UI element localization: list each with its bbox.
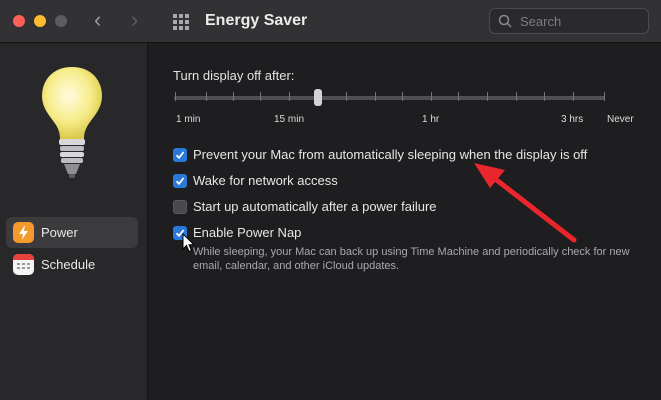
slider-tick [573, 92, 574, 101]
slider-tick [458, 92, 459, 101]
prevent-sleep-label[interactable]: Prevent your Mac from automatically slee… [193, 147, 587, 162]
wake-network-checkbox[interactable] [173, 174, 187, 188]
show-all-grid-icon[interactable] [172, 13, 190, 31]
checkmark-icon [175, 177, 185, 186]
power-bolt-icon [13, 222, 34, 243]
forward-chevron-icon[interactable]: › [131, 9, 138, 31]
mouse-pointer-icon [182, 233, 196, 253]
sidebar-item-power[interactable]: Power [6, 217, 138, 248]
slider-label-15-min: 15 min [274, 114, 305, 125]
back-chevron-icon[interactable]: ‹ [94, 9, 101, 31]
sidebar-item-schedule[interactable]: Schedule [6, 249, 138, 280]
close-window-button[interactable] [13, 15, 25, 27]
wake-network-label[interactable]: Wake for network access [193, 173, 338, 188]
search-icon [498, 14, 512, 28]
slider-tick [487, 92, 488, 101]
power-nap-description: While sleeping, your Mac can back up usi… [193, 246, 630, 272]
slider-label-3-hrs: 3 hrs [561, 114, 584, 125]
zoom-window-button[interactable] [55, 15, 67, 27]
slider-tick [289, 92, 290, 101]
window-title: Energy Saver [205, 12, 308, 29]
slider-tick [175, 92, 176, 101]
light-bulb-icon [42, 67, 102, 178]
prevent-sleep-checkbox[interactable] [173, 148, 187, 162]
slider-track[interactable] [174, 96, 605, 100]
slider-tick [544, 92, 545, 101]
calendar-icon [13, 254, 34, 275]
slider-tick [604, 92, 605, 101]
power-nap-label[interactable]: Enable Power Nap [193, 225, 301, 240]
start-after-power-failure-checkbox[interactable] [173, 200, 187, 214]
slider-label-1-hr: 1 hr [422, 114, 440, 125]
slider-tick [346, 92, 347, 101]
minimize-window-button[interactable] [34, 15, 46, 27]
sidebar: Power Schedule [0, 43, 148, 400]
slider-tick [402, 92, 403, 101]
slider-label-never: Never [607, 114, 634, 125]
checkmark-icon [175, 151, 185, 160]
search-field[interactable]: Search [489, 8, 649, 34]
slider-tick [431, 92, 432, 101]
search-placeholder: Search [520, 14, 562, 29]
start-after-power-failure-label[interactable]: Start up automatically after a power fai… [193, 199, 437, 214]
slider-tick [233, 92, 234, 101]
window-titlebar: ‹ › Energy Saver Search [0, 0, 661, 43]
slider-tick [206, 92, 207, 101]
slider-thumb[interactable] [314, 89, 322, 106]
display-sleep-heading: Turn display off after: [173, 68, 295, 83]
slider-label-1-min: 1 min [176, 114, 201, 125]
sidebar-item-label: Schedule [41, 257, 96, 272]
slider-tick [260, 92, 261, 101]
slider-tick [516, 92, 517, 101]
sidebar-item-label: Power [41, 225, 78, 240]
slider-tick [375, 92, 376, 101]
energy-saver-pane: Turn display off after: 1 min 15 min 1 h… [148, 43, 661, 400]
